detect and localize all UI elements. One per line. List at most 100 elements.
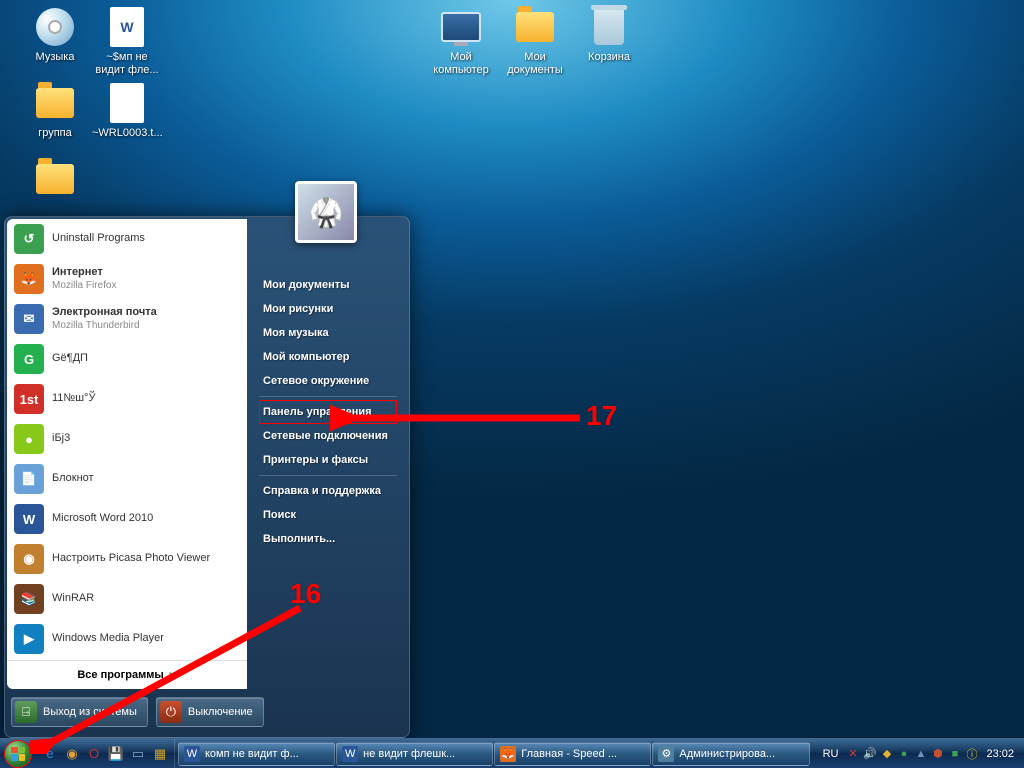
pinned-programs-list: ↺Uninstall Programs 🦊 ИнтернетMozilla Fire… xyxy=(7,219,247,660)
pinned-item-text: Электронная почтаMozilla Thunderbird xyxy=(52,306,157,331)
start-button[interactable] xyxy=(4,740,32,768)
pinned-item-text: Gё¶ДП xyxy=(52,352,88,365)
task-icon: ⚙ xyxy=(658,746,674,762)
pinned-item-word[interactable]: W Microsoft Word 2010 xyxy=(7,499,247,539)
quick-launch: e◉O💾▭▦ xyxy=(36,739,175,768)
pinned-item-uninstall[interactable]: ↺Uninstall Programs xyxy=(7,219,247,259)
desktop-icon-label: Музыка xyxy=(20,51,90,64)
task-t1[interactable]: Wкомп не видит ф... xyxy=(178,742,335,766)
pinned-item-text: Uninstall Programs xyxy=(52,232,145,245)
language-indicator[interactable]: RU xyxy=(819,748,843,760)
windows-logo-icon xyxy=(11,747,25,761)
shutdown-button[interactable]: ⏻ Выключение xyxy=(156,697,264,727)
task-icon: W xyxy=(184,746,200,762)
pinned-item-wmp[interactable]: ▶ Windows Media Player xyxy=(7,619,247,659)
pinned-item-text: іБј3 xyxy=(52,432,70,445)
right-link-search[interactable]: Поиск xyxy=(259,503,397,527)
tray-tr8[interactable]: ⓘ xyxy=(964,746,979,761)
right-link-mycomp[interactable]: Мой компьютер xyxy=(259,345,397,369)
avatar-image: 🥋 xyxy=(298,184,354,240)
start-menu-left-pane: ↺Uninstall Programs 🦊 ИнтернетMozilla Fire… xyxy=(7,219,247,689)
desktop-icon-group[interactable]: группа xyxy=(20,82,90,140)
right-link-mypics[interactable]: Мои рисунки xyxy=(259,297,397,321)
pinned-item-ibj3[interactable]: ●іБј3 xyxy=(7,419,247,459)
pinned-item-text: Настроить Picasa Photo Viewer xyxy=(52,552,210,565)
desktop-icon-label: ~WRL0003.t... xyxy=(92,127,162,140)
task-t2[interactable]: Wне видит флешк... xyxy=(336,742,493,766)
task-icon: 🦊 xyxy=(500,746,516,762)
tray-tr6[interactable]: ⬢ xyxy=(930,746,945,761)
right-link-netconn[interactable]: Сетевые подключения xyxy=(259,424,397,448)
folder-icon xyxy=(514,6,556,48)
pinned-item-picasa[interactable]: ◉Настроить Picasa Photo Viewer xyxy=(7,539,247,579)
tray-tr5[interactable]: ▲ xyxy=(913,746,928,761)
right-link-mymusic[interactable]: Моя музыка xyxy=(259,321,397,345)
desktop-icon-label: группа xyxy=(20,127,90,140)
pinned-item-winrar[interactable]: 📚WinRAR xyxy=(7,579,247,619)
desktop-icon-mydocs[interactable]: Мои документы xyxy=(500,6,570,77)
shutdown-label: Выключение xyxy=(188,706,253,718)
disc-icon xyxy=(34,6,76,48)
pinned-item-text: ИнтернетMozilla Firefox xyxy=(52,266,116,291)
task-t4[interactable]: ⚙ Администрирова... xyxy=(652,742,809,766)
quicklaunch-opera[interactable]: O xyxy=(84,744,104,764)
pinned-item-firefox[interactable]: 🦊 ИнтернетMozilla Firefox xyxy=(7,259,247,299)
quicklaunch-tc[interactable]: ▦ xyxy=(150,744,170,764)
task-label: Главная - Speed ... xyxy=(521,748,617,760)
clock[interactable]: 23:02 xyxy=(982,748,1018,760)
thunderbird-icon: ✉ xyxy=(14,304,44,334)
task-label: Администрирова... xyxy=(679,748,775,760)
pinned-item-text: WinRAR xyxy=(52,592,94,605)
bin-icon xyxy=(588,6,630,48)
quicklaunch-ie[interactable]: e xyxy=(40,744,60,764)
firefox-icon: 🦊 xyxy=(14,264,44,294)
right-link-run[interactable]: Выполнить... xyxy=(259,527,397,551)
logoff-button[interactable]: ⍈ Выход из системы xyxy=(11,697,148,727)
user-avatar[interactable]: 🥋 xyxy=(295,181,357,243)
desktop-icon-label: ~$мп не видит фле... xyxy=(92,51,162,77)
right-link-mydocs[interactable]: Мои документы xyxy=(259,273,397,297)
desktop-icon-music[interactable]: Музыка xyxy=(20,6,90,64)
pinned-item-1st[interactable]: 1st11№ш°Ў xyxy=(7,379,247,419)
desktop-icon-tmpfile[interactable]: ~WRL0003.t... xyxy=(92,82,162,140)
separator xyxy=(259,475,397,476)
pinned-item-gedp[interactable]: GGё¶ДП xyxy=(7,339,247,379)
right-link-network[interactable]: Сетевое окружение xyxy=(259,369,397,393)
right-link-cpanel[interactable]: Панель управления xyxy=(259,400,397,424)
right-link-printers[interactable]: Принтеры и факсы xyxy=(259,448,397,472)
right-link-help[interactable]: Справка и поддержка xyxy=(259,479,397,503)
logoff-label: Выход из системы xyxy=(43,706,137,718)
all-programs-button[interactable]: Все программы xyxy=(7,660,247,689)
monitor-icon xyxy=(440,6,482,48)
task-icon: W xyxy=(342,746,358,762)
system-tray: RU ✕🔊◆●▲⬢■ⓘ 23:02 xyxy=(813,739,1024,768)
quicklaunch-desktop[interactable]: ▭ xyxy=(128,744,148,764)
tray-tr3[interactable]: ◆ xyxy=(879,746,894,761)
quicklaunch-chrome[interactable]: ◉ xyxy=(62,744,82,764)
start-menu-right-pane: Мои документыМои рисункиМоя музыкаМой ко… xyxy=(247,217,409,737)
folder-icon xyxy=(34,158,76,200)
tray-tr2[interactable]: 🔊 xyxy=(862,746,877,761)
tray-tr7[interactable]: ■ xyxy=(947,746,962,761)
pinned-item-text: Блокнот xyxy=(52,472,94,485)
task-label: не видит флешк... xyxy=(363,748,455,760)
tray-tr1[interactable]: ✕ xyxy=(845,746,860,761)
desktop-icon-mycomputer[interactable]: Мой компьютер xyxy=(426,6,496,77)
wmp-icon: ▶ xyxy=(14,624,44,654)
doc-icon xyxy=(106,82,148,124)
desktop-icon-word-doc1[interactable]: W~$мп не видит фле... xyxy=(92,6,162,77)
desktop-icon-label: Мои документы xyxy=(500,51,570,77)
quicklaunch-save[interactable]: 💾 xyxy=(106,744,126,764)
pinned-item-text: Microsoft Word 2010 xyxy=(52,512,153,525)
pinned-item-text: 11№ш°Ў xyxy=(52,392,95,405)
word-icon: W xyxy=(14,504,44,534)
desktop-icon-recycle[interactable]: Корзина xyxy=(574,6,644,64)
pinned-item-notepad[interactable]: 📄 Блокнот xyxy=(7,459,247,499)
pinned-item-text: Windows Media Player xyxy=(52,632,164,645)
notepad-icon: 📄 xyxy=(14,464,44,494)
tray-tr4[interactable]: ● xyxy=(896,746,911,761)
task-t3[interactable]: 🦊 Главная - Speed ... xyxy=(494,742,651,766)
pinned-item-thunderbird[interactable]: ✉ Электронная почтаMozilla Thunderbird xyxy=(7,299,247,339)
tray-icons: ✕🔊◆●▲⬢■ⓘ xyxy=(845,746,979,761)
desktop-icon-folder2[interactable] xyxy=(20,158,90,203)
